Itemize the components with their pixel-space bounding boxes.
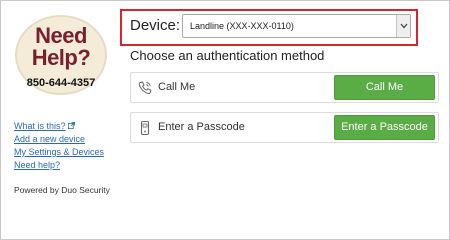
device-label: Device:	[130, 17, 181, 34]
device-select[interactable]: Landline (XXX-XXX-0110)	[182, 14, 411, 38]
my-settings-devices-link[interactable]: My Settings & Devices	[14, 146, 104, 159]
call-me-button[interactable]: Call Me	[334, 75, 435, 100]
phone-icon	[138, 81, 152, 95]
chevron-down-icon	[400, 23, 408, 29]
method-row-call-me: Call Me Call Me	[130, 72, 439, 103]
call-me-label: Call Me	[158, 81, 196, 93]
enter-passcode-label: Enter a Passcode	[158, 121, 245, 133]
what-is-this-link[interactable]: What is this?	[14, 120, 104, 133]
external-link-icon	[67, 122, 75, 129]
enter-passcode-button[interactable]: Enter a Passcode	[334, 115, 435, 140]
sidebar-links: What is this? Add a new device My Settin…	[14, 120, 104, 172]
device-select-value: Landline (XXX-XXX-0110)	[190, 21, 294, 31]
logo-line-need: Need	[35, 23, 87, 48]
logo-line-help: Help?	[31, 45, 91, 70]
passcode-device-icon	[141, 121, 149, 135]
select-arrow[interactable]	[396, 15, 410, 37]
page-title: Choose an authentication method	[130, 48, 325, 63]
need-help-link[interactable]: Need help?	[14, 159, 104, 172]
need-help-logo: Need Help? 850-644-4357	[15, 15, 107, 107]
add-new-device-link[interactable]: Add a new device	[14, 133, 104, 146]
auth-frame: Need Help? 850-644-4357 What is this? Ad…	[0, 0, 450, 240]
method-row-passcode: Enter a Passcode Enter a Passcode	[130, 112, 439, 143]
powered-by-text: Powered by Duo Security	[14, 185, 110, 195]
help-phone-number: 850-644-4357	[26, 77, 96, 89]
